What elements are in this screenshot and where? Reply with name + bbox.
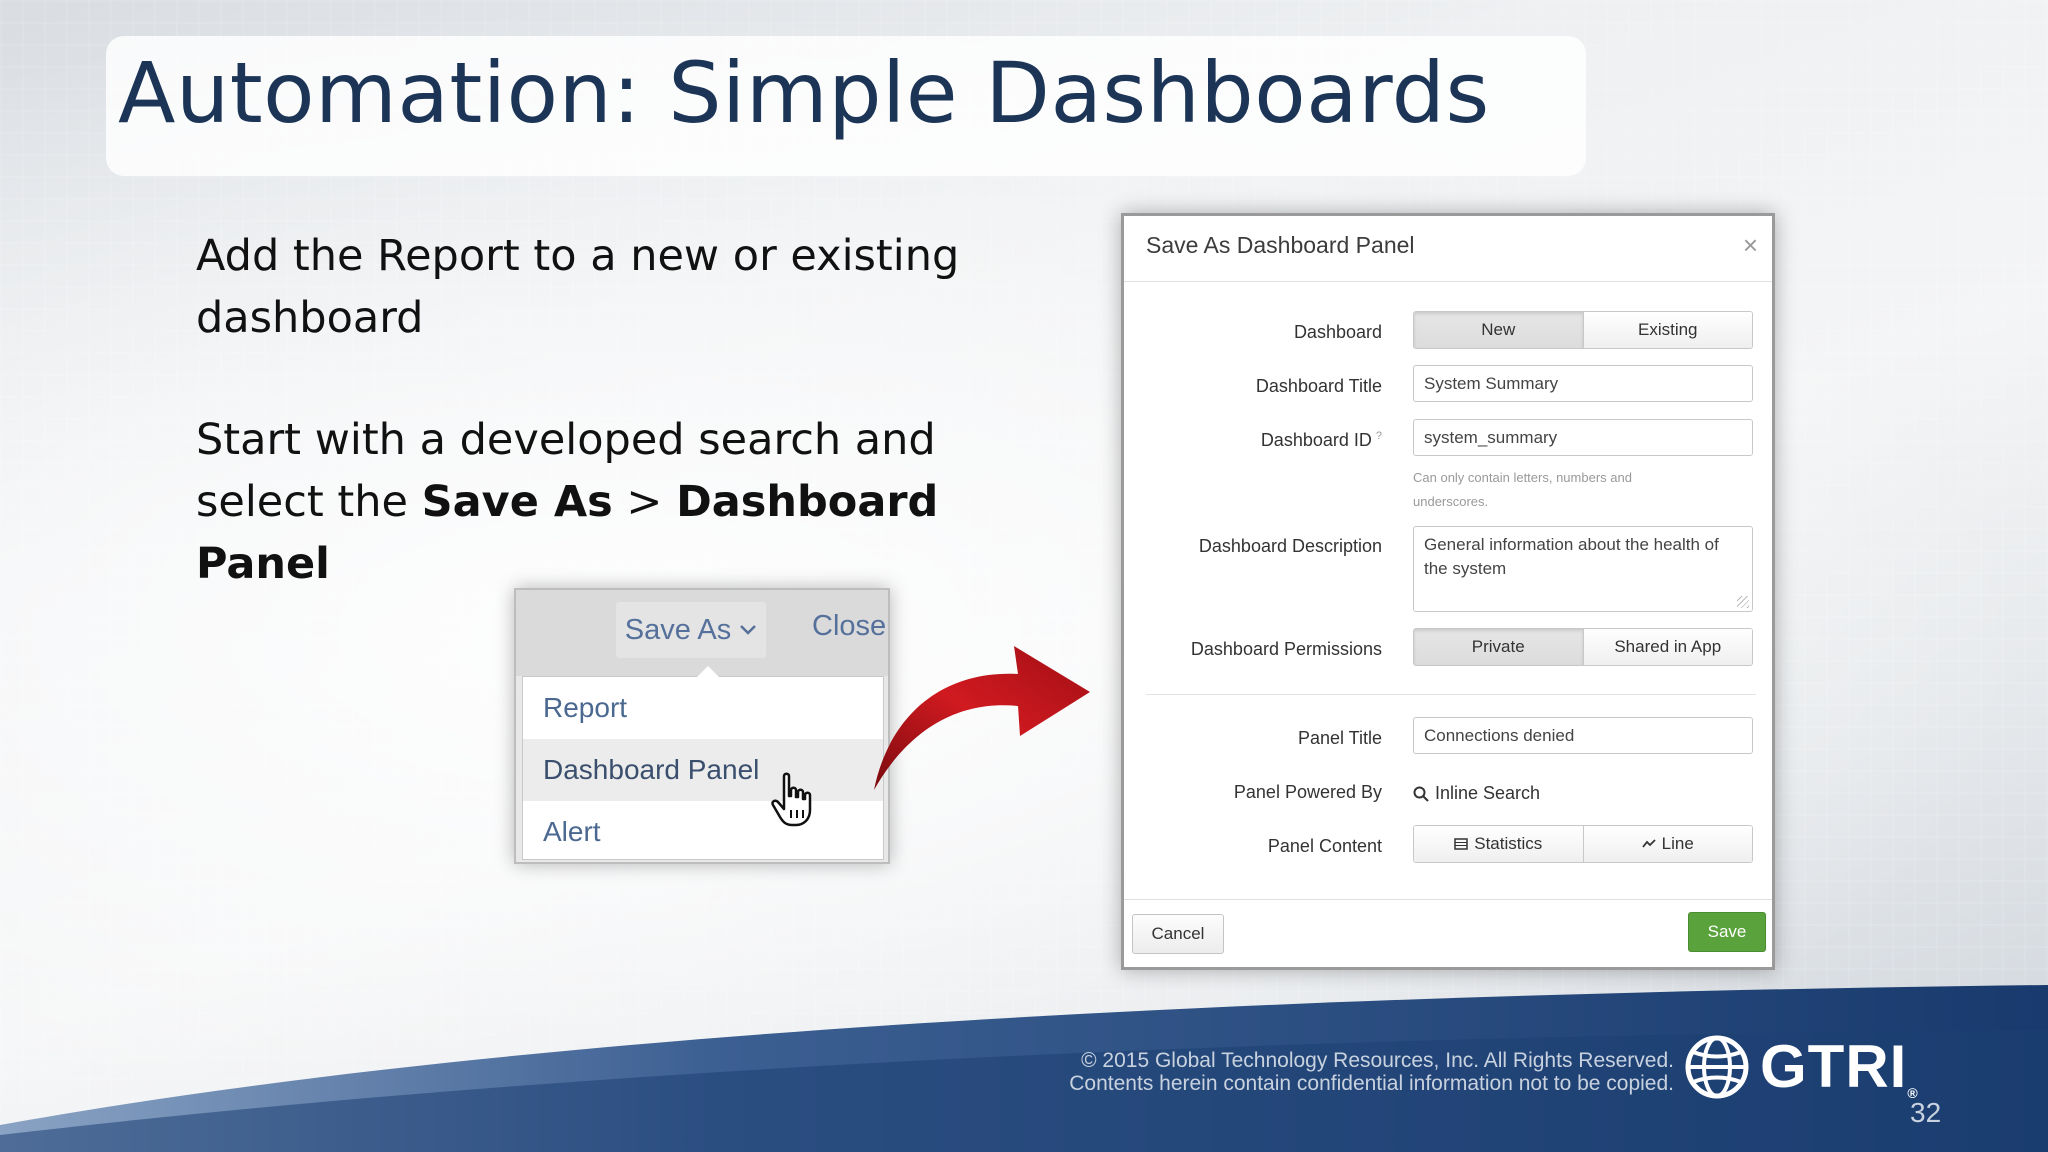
dashboard-title-label: Dashboard Title xyxy=(1255,376,1382,396)
panel-powered-by-value: Inline Search xyxy=(1413,783,1540,804)
panel-title-label: Panel Title xyxy=(1297,728,1382,748)
dialog-title: Save As Dashboard Panel xyxy=(1146,232,1415,258)
panel-content-label: Panel Content xyxy=(1267,836,1382,856)
logo-text: GTRI® xyxy=(1760,1032,1919,1101)
gtri-logo: GTRI® xyxy=(1684,1032,1919,1101)
permissions-toggle: Private Shared in App xyxy=(1413,628,1753,666)
copyright-notice: © 2015 Global Technology Resources, Inc.… xyxy=(1069,1049,1674,1095)
dialog-header: Save As Dashboard Panel × xyxy=(1124,216,1772,282)
menu-item-dashboard-panel[interactable]: Dashboard Panel xyxy=(523,739,883,801)
close-icon[interactable]: × xyxy=(1743,230,1758,261)
panel-content-toggle: Statistics Line xyxy=(1413,825,1753,863)
close-link[interactable]: Close xyxy=(812,610,886,643)
save-as-button[interactable]: Save As xyxy=(616,602,766,658)
dashboard-permissions-label: Dashboard Permissions xyxy=(1190,639,1382,659)
logo-wordmark: GTRI xyxy=(1760,1033,1908,1100)
dashboard-toggle: New Existing xyxy=(1413,311,1753,349)
slide-title: Automation: Simple Dashboards xyxy=(118,44,1490,142)
paragraph-add-report: Add the Report to a new or existing dash… xyxy=(196,225,976,349)
save-as-label: Save As xyxy=(624,613,732,646)
chevron-down-icon xyxy=(739,620,757,641)
dashboard-label: Dashboard xyxy=(1293,322,1382,342)
save-as-dashboard-panel-dialog: Save As Dashboard Panel × Dashboard New … xyxy=(1121,213,1775,970)
dashboard-id-label-text: Dashboard ID xyxy=(1260,430,1372,450)
dashboard-id-label: Dashboard ID? xyxy=(1261,430,1382,451)
resize-grip-icon[interactable] xyxy=(1737,596,1749,608)
cancel-button[interactable]: Cancel xyxy=(1132,914,1224,954)
panel-title-input[interactable]: Connections denied xyxy=(1413,717,1753,754)
paragraph-save-as: Start with a developed search and select… xyxy=(196,409,1016,595)
curved-arrow-icon xyxy=(874,646,1090,790)
save-as-dropdown-screenshot: Save As Close Report Dashboard Panel Ale… xyxy=(514,588,890,864)
dashboard-description-text: General information about the health of … xyxy=(1424,535,1719,578)
globe-icon xyxy=(1685,1035,1749,1098)
permissions-private-button[interactable]: Private xyxy=(1414,629,1583,665)
paragraph2-bold-save-as: Save As xyxy=(421,477,613,527)
dashboard-existing-button[interactable]: Existing xyxy=(1582,312,1752,348)
line-chart-icon xyxy=(1641,839,1656,848)
panel-powered-by-label: Panel Powered By xyxy=(1233,782,1382,802)
save-as-menu: Report Dashboard Panel Alert xyxy=(522,666,884,863)
dashboard-new-button[interactable]: New xyxy=(1414,312,1583,348)
permissions-shared-button[interactable]: Shared in App xyxy=(1582,629,1752,665)
table-icon xyxy=(1454,838,1468,850)
content-statistics-button[interactable]: Statistics xyxy=(1414,826,1583,862)
page-number: 32 xyxy=(1910,1097,1942,1128)
dashboard-id-input[interactable]: system_summary xyxy=(1413,419,1753,456)
statistics-label: Statistics xyxy=(1474,834,1543,853)
dashboard-title-input[interactable]: System Summary xyxy=(1413,365,1753,402)
menu-item-alert[interactable]: Alert xyxy=(523,801,883,863)
section-divider xyxy=(1146,694,1756,695)
hand-cursor-icon xyxy=(771,772,812,827)
help-icon[interactable]: ? xyxy=(1376,430,1382,442)
search-icon xyxy=(1413,786,1429,802)
paragraph1-text: Add the Report to a new or existing dash… xyxy=(196,231,960,343)
dashboard-description-textarea[interactable]: General information about the health of … xyxy=(1413,526,1753,612)
save-button[interactable]: Save xyxy=(1688,912,1766,952)
line-label: Line xyxy=(1661,834,1694,853)
paragraph2-separator: > xyxy=(612,477,677,527)
menu-item-report[interactable]: Report xyxy=(523,677,883,739)
copyright-line2: Contents herein contain confidential inf… xyxy=(1069,1072,1674,1095)
content-line-button[interactable]: Line xyxy=(1582,826,1752,862)
copyright-line1: © 2015 Global Technology Resources, Inc.… xyxy=(1081,1049,1674,1072)
dashboard-id-help-text: Can only contain letters, numbers and un… xyxy=(1413,470,1632,509)
dialog-footer: Cancel Save xyxy=(1124,899,1772,967)
powered-by-text: Inline Search xyxy=(1435,783,1541,803)
dashboard-description-label: Dashboard Description xyxy=(1198,536,1382,556)
